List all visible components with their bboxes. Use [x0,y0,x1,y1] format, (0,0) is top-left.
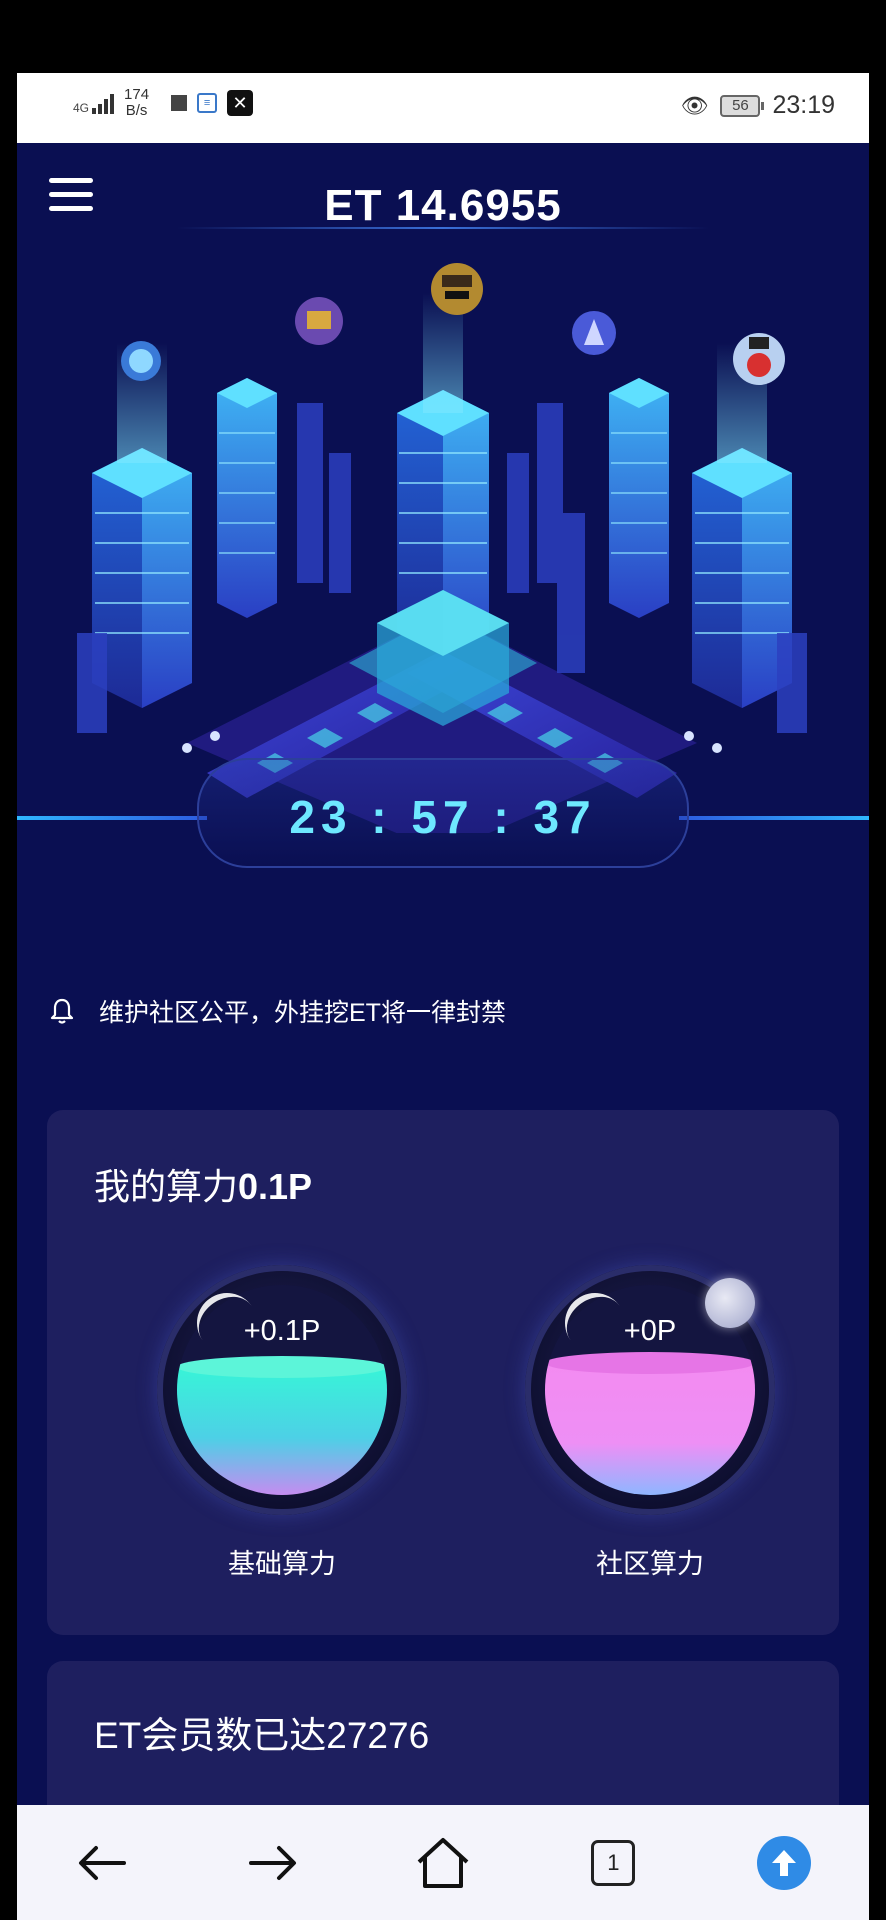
browser-navbar: 1 [17,1805,869,1920]
tabs-icon: 1 [591,1839,636,1886]
signal-icon [92,92,115,114]
upload-button[interactable] [744,1823,824,1903]
status-right: 👁 56 23:19 [681,91,836,120]
home-button[interactable] [403,1823,483,1903]
network-speed: 174 B/s [124,87,149,119]
notification-app-icon: ≡ [197,93,218,113]
battery-icon: 56 [720,94,765,117]
bell-icon [50,998,74,1024]
header-divider [177,227,709,229]
notice-text: 维护社区公平，外挂挖ET将一律封禁 [99,999,506,1027]
network-type: 4G [73,101,90,115]
timer-wing-right [679,816,869,820]
forward-button[interactable] [233,1823,313,1903]
network-indicator: 4G [73,92,115,115]
basic-power-label: 基础算力 [228,1549,336,1579]
capcut-icon: ✕ [227,90,254,116]
floating-bubble[interactable] [705,1278,755,1328]
upload-icon [756,1835,811,1890]
page-title: ET 14.6955 [324,181,562,230]
hashpower-title-prefix: 我的算力 [94,1166,239,1207]
tabs-button[interactable]: 1 [573,1823,653,1903]
hashpower-title: 我的算力0.1P [94,1158,312,1210]
members-title: ET会员数已达27276 [94,1715,430,1756]
speed-value: 174 [124,86,150,103]
countdown-timer: 23 : 57 : 37 [197,758,689,868]
app-screen: 4G 174 B/s ≡ ✕ 👁 56 23:19 ET 14.6955 23 … [17,73,869,1920]
basic-power-orb[interactable]: +0.1P [157,1265,407,1515]
home-icon [417,1837,469,1888]
eye-comfort-icon: 👁 [680,92,709,118]
back-arrow-icon [79,1845,127,1880]
hashpower-total: 0.1P [238,1166,313,1207]
basic-power-fill [177,1369,387,1495]
community-power-fill [545,1364,755,1495]
hashpower-card: 我的算力0.1P +0.1P 基础算力 +0P 社区算力 [47,1110,839,1635]
forward-arrow-icon [248,1845,296,1880]
community-power-label: 社区算力 [596,1549,704,1579]
status-left: 4G 174 B/s ≡ ✕ [73,87,254,119]
city-illustration [77,263,807,833]
speed-unit: B/s [125,102,148,119]
notification-square-icon [171,95,188,111]
back-button[interactable] [62,1823,142,1903]
clock: 23:19 [772,91,835,119]
status-bar: 4G 174 B/s ≡ ✕ 👁 56 23:19 [17,73,869,143]
basic-power-value: +0.1P [243,1315,321,1347]
timer-value: 23 : 57 : 37 [289,791,597,843]
notice-bar: 维护社区公平，外挂挖ET将一律封禁 [47,993,506,1029]
timer-wing-left [17,816,207,820]
